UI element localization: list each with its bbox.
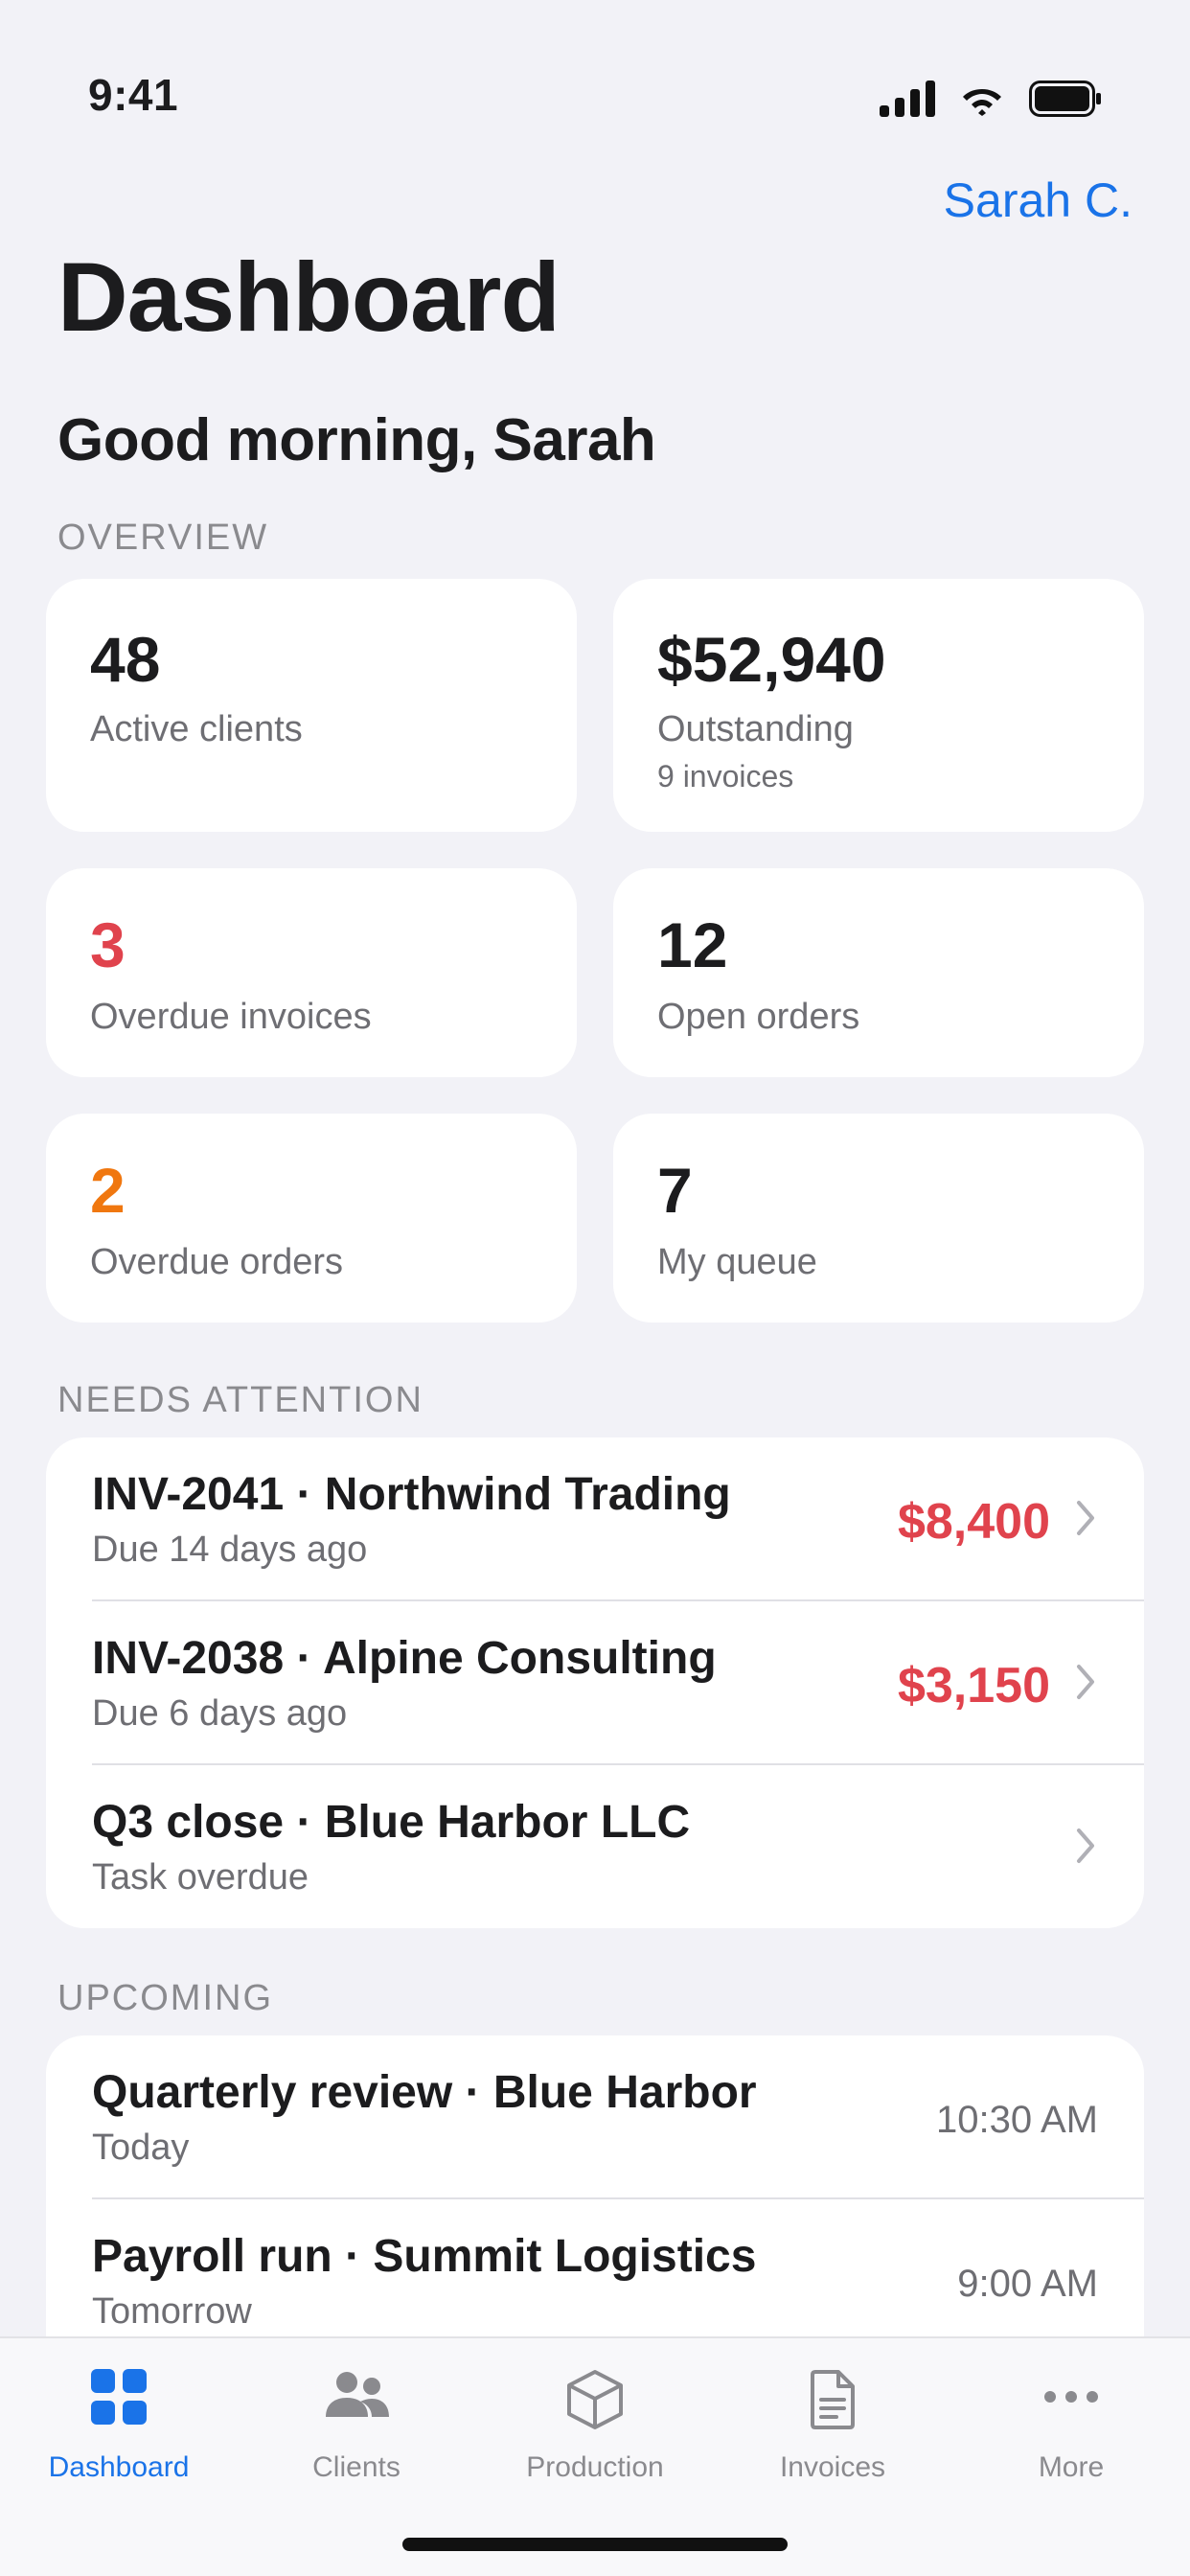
row-time: 9:00 AM: [957, 2263, 1098, 2305]
chevron-right-icon: [1077, 1828, 1094, 1863]
stat-value: 7: [657, 1155, 693, 1226]
tab-label: Production: [526, 2451, 664, 2483]
tab-more[interactable]: More: [952, 2338, 1190, 2511]
document-icon: [811, 2370, 855, 2429]
stat-card-active-clients[interactable]: 48 Active clients: [46, 579, 577, 832]
stat-card-overdue-invoices[interactable]: 3 Overdue invoices: [46, 868, 577, 1077]
tab-label: Invoices: [779, 2451, 886, 2483]
row-amount: $3,150: [897, 1658, 1050, 1714]
row-title: Q3 close · Blue Harbor LLC: [92, 1797, 691, 1848]
box-icon: [567, 2370, 623, 2429]
attention-row-q3-close[interactable]: Q3 close · Blue Harbor LLC Task overdue: [46, 1765, 1144, 1928]
status-icons: [880, 80, 1102, 117]
stat-value: $52,940: [657, 624, 886, 695]
row-title: INV-2041 · Northwind Trading: [92, 1469, 731, 1520]
status-bar: 9:41: [0, 0, 1190, 134]
status-time: 9:41: [88, 70, 179, 120]
wifi-icon: [963, 89, 1001, 116]
stat-label: Open orders: [657, 997, 860, 1037]
stat-label: My queue: [657, 1242, 817, 1282]
stat-card-my-queue[interactable]: 7 My queue: [613, 1114, 1144, 1322]
tab-clients[interactable]: Clients: [238, 2338, 475, 2511]
tab-production[interactable]: Production: [476, 2338, 714, 2511]
stat-label: Overdue invoices: [90, 997, 372, 1037]
home-indicator[interactable]: [402, 2538, 788, 2551]
tab-label: More: [1038, 2451, 1105, 2483]
account-button[interactable]: Sarah C.: [944, 172, 1133, 228]
chevron-right-icon: [1077, 1665, 1094, 1699]
tab-label: Clients: [312, 2451, 400, 2483]
stat-subtext: 9 invoices: [657, 759, 794, 794]
page-title: Dashboard: [57, 242, 561, 352]
tab-invoices[interactable]: Invoices: [714, 2338, 951, 2511]
tab-dashboard[interactable]: Dashboard: [0, 2338, 238, 2511]
people-icon: [326, 2372, 389, 2417]
row-title: Payroll run · Summit Logistics: [92, 2231, 757, 2282]
needs-attention-section-label: NEEDS ATTENTION: [57, 1380, 423, 1420]
stat-value: 48: [90, 624, 161, 695]
row-title: Quarterly review · Blue Harbor: [92, 2067, 757, 2118]
attention-row-inv-2041[interactable]: INV-2041 · Northwind Trading Due 14 days…: [46, 1438, 1144, 1601]
row-subtitle: Today: [92, 2128, 190, 2168]
row-amount: $8,400: [897, 1494, 1050, 1550]
stat-label: Active clients: [90, 709, 303, 749]
grid-icon: [91, 2369, 147, 2425]
cellular-signal-icon: [880, 80, 935, 117]
needs-attention-list: INV-2041 · Northwind Trading Due 14 days…: [46, 1438, 1144, 1928]
upcoming-section-label: UPCOMING: [57, 1978, 273, 2018]
row-time: 10:30 AM: [935, 2099, 1098, 2141]
row-title: INV-2038 · Alpine Consulting: [92, 1633, 717, 1684]
stat-value: 2: [90, 1155, 126, 1226]
row-subtitle: Task overdue: [92, 1857, 309, 1898]
stat-card-overdue-orders[interactable]: 2 Overdue orders: [46, 1114, 577, 1322]
overview-section-label: OVERVIEW: [57, 518, 269, 558]
stat-label: Overdue orders: [90, 1242, 344, 1282]
row-subtitle: Tomorrow: [92, 2291, 252, 2332]
tab-label: Dashboard: [48, 2451, 190, 2483]
stat-value: 3: [90, 909, 126, 980]
battery-icon: [1029, 80, 1101, 117]
dashboard-screen: 9:41 Sarah C. Dashboard Good morning, Sa…: [0, 0, 1190, 2576]
greeting: Good morning, Sarah: [57, 407, 656, 473]
ellipsis-icon: [1044, 2391, 1098, 2403]
stat-value: 12: [657, 909, 728, 980]
chevron-right-icon: [1077, 1501, 1094, 1535]
stat-card-open-orders[interactable]: 12 Open orders: [613, 868, 1144, 1077]
row-subtitle: Due 14 days ago: [92, 1530, 368, 1570]
row-subtitle: Due 6 days ago: [92, 1693, 348, 1734]
stat-card-outstanding[interactable]: $52,940 Outstanding 9 invoices: [613, 579, 1144, 832]
upcoming-row-quarterly-review[interactable]: Quarterly review · Blue Harbor Today 10:…: [46, 2036, 1144, 2199]
stat-label: Outstanding: [657, 709, 854, 749]
attention-row-inv-2038[interactable]: INV-2038 · Alpine Consulting Due 6 days …: [46, 1601, 1144, 1765]
